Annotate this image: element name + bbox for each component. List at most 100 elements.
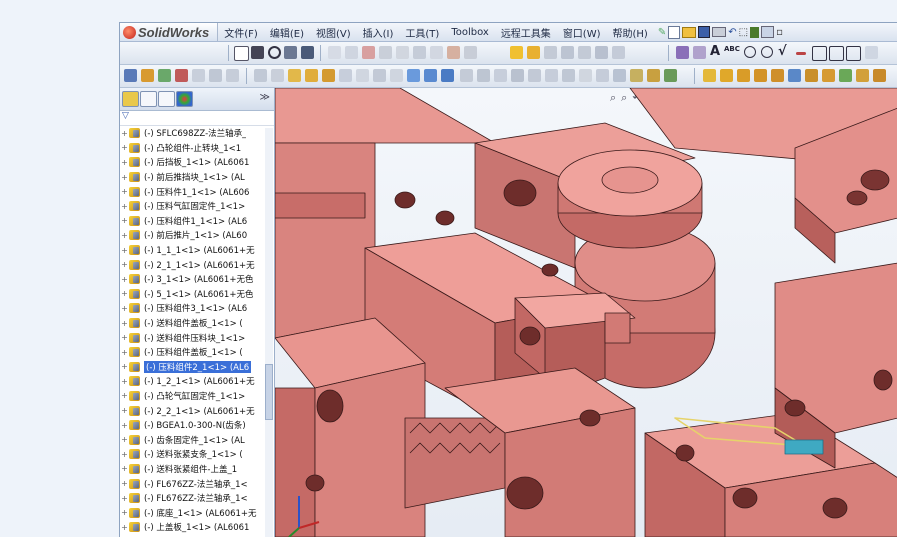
- main-block-hole-2[interactable]: [436, 211, 454, 225]
- tool-weldment-icon[interactable]: [737, 69, 750, 82]
- tool-table-icon[interactable]: [846, 46, 861, 61]
- expand-toggle-icon[interactable]: +: [120, 348, 129, 357]
- tree-item[interactable]: +(-) FL676ZZ-法兰轴承_1<: [120, 491, 274, 506]
- tree-item[interactable]: +(-) 压料组件盖板_1<1> (: [120, 345, 274, 360]
- tool-pattern-icon[interactable]: [544, 46, 557, 59]
- tool-file-explorer-icon[interactable]: [822, 69, 835, 82]
- tree-item[interactable]: +(-) 2_2_1<1> (AL6061+无: [120, 403, 274, 418]
- solidworks-logo[interactable]: SolidWorks: [120, 23, 218, 41]
- tool-text-icon[interactable]: A: [710, 44, 720, 59]
- tool-section-properties-icon[interactable]: [545, 69, 558, 82]
- tree-item[interactable]: +(-) 压料气缸固定件_1<1>: [120, 199, 274, 214]
- left-frame[interactable]: [275, 143, 375, 338]
- tool-photoview-icon[interactable]: [613, 69, 626, 82]
- tool-wrap-icon[interactable]: [424, 69, 437, 82]
- tool-check-icon[interactable]: [562, 69, 575, 82]
- expand-toggle-icon[interactable]: +: [120, 202, 129, 211]
- tool-block-icon[interactable]: [561, 46, 574, 59]
- tool-appearance-icon[interactable]: [630, 69, 643, 82]
- tool-circle-icon[interactable]: [268, 46, 281, 59]
- expand-toggle-icon[interactable]: +: [120, 187, 129, 196]
- tool-decal-icon[interactable]: [664, 69, 677, 82]
- menu-toolbox[interactable]: Toolbox: [445, 27, 495, 38]
- expand-toggle-icon[interactable]: +: [120, 494, 129, 503]
- tree-item[interactable]: +(-) 后挡板_1<1> (AL6061: [120, 155, 274, 170]
- tab-configuration-manager-icon[interactable]: [158, 91, 175, 107]
- tool-sensor-icon[interactable]: [579, 69, 592, 82]
- expand-toggle-icon[interactable]: +: [120, 289, 129, 298]
- tool-repair-icon[interactable]: [612, 46, 625, 59]
- tree-item[interactable]: +(-) 送料组件压料块_1<1>: [120, 330, 274, 345]
- menu-insert[interactable]: 插入(I): [357, 25, 400, 40]
- tool-curves-icon[interactable]: [477, 69, 490, 82]
- tool-highlight-icon[interactable]: [510, 46, 523, 59]
- expand-toggle-icon[interactable]: +: [120, 333, 129, 342]
- tool-draft-icon[interactable]: [390, 69, 403, 82]
- clamp-pin[interactable]: [605, 313, 630, 343]
- tool-move-component-icon[interactable]: [192, 69, 205, 82]
- tool-chamfer-icon[interactable]: [413, 46, 426, 59]
- tool-move-icon[interactable]: [578, 46, 591, 59]
- expand-toggle-icon[interactable]: +: [120, 129, 129, 138]
- tool-hole-callout-icon[interactable]: [796, 52, 806, 55]
- tree-item[interactable]: +(-) 压料组件1_1<1> (AL6: [120, 214, 274, 229]
- tool-smart-fastener-icon[interactable]: [226, 69, 239, 82]
- right-lower-hole-2[interactable]: [733, 488, 757, 508]
- clamp-arm-hole[interactable]: [520, 327, 540, 345]
- tool-instant3d-icon[interactable]: [494, 69, 507, 82]
- tree-item[interactable]: +(-) SFLC698ZZ-法兰轴承_: [120, 126, 274, 141]
- left-lower-hole-2[interactable]: [306, 475, 324, 491]
- top-block-hole[interactable]: [504, 180, 536, 206]
- tool-solidworks-resources-icon[interactable]: [873, 69, 886, 82]
- tab-appearance-manager-icon[interactable]: [176, 91, 193, 107]
- tab-feature-manager-icon[interactable]: [122, 91, 139, 107]
- tool-toolbox-icon[interactable]: [703, 69, 716, 82]
- tool-trim-icon[interactable]: [447, 46, 460, 59]
- tool-design-library-icon[interactable]: [805, 69, 818, 82]
- tool-mate-icon[interactable]: [158, 69, 171, 82]
- tree-item[interactable]: +(-) 凸轮组件-止转块_1<1: [120, 141, 274, 156]
- expand-toggle-icon[interactable]: +: [120, 304, 129, 313]
- expand-toggle-icon[interactable]: +: [120, 143, 129, 152]
- expand-toggle-icon[interactable]: +: [120, 158, 129, 167]
- menu-file[interactable]: 文件(F): [218, 25, 264, 40]
- right-lower-hole[interactable]: [676, 445, 694, 461]
- tree-item[interactable]: +(-) 5_1<1> (AL6061+无色: [120, 287, 274, 302]
- tool-fillet-icon[interactable]: [396, 46, 409, 59]
- expand-panel-icon[interactable]: ≫: [260, 92, 270, 103]
- tool-smart-dimension-icon[interactable]: [234, 46, 249, 61]
- tool-custom-properties-icon[interactable]: [856, 69, 869, 82]
- tool-simulation-icon[interactable]: [596, 69, 609, 82]
- tree-item[interactable]: +(-) 前后推片_1<1> (AL60: [120, 228, 274, 243]
- tool-cut-icon[interactable]: [322, 69, 335, 82]
- pin-icon[interactable]: ✎: [658, 27, 666, 38]
- tree-item[interactable]: +(-) 送料张紧支条_1<1> (: [120, 447, 274, 462]
- tree-item[interactable]: +(-) 送料张紧组件-上盖_1: [120, 462, 274, 477]
- tool-weld-symbol-icon[interactable]: √: [778, 44, 787, 59]
- tool-point-icon[interactable]: [362, 46, 375, 59]
- tool-arc-icon[interactable]: [284, 46, 297, 59]
- tool-surface-finish-icon[interactable]: [693, 46, 706, 59]
- tool-insert-component-icon[interactable]: [124, 69, 137, 82]
- tool-view-palette-icon[interactable]: [839, 69, 852, 82]
- expand-toggle-icon[interactable]: +: [120, 479, 129, 488]
- tool-revolve-icon[interactable]: [339, 69, 352, 82]
- undo-icon[interactable]: ↶: [728, 27, 736, 38]
- tool-geometric-tolerance-icon[interactable]: [761, 46, 773, 58]
- options-icon[interactable]: [761, 26, 774, 38]
- tool-reference-geometry-icon[interactable]: [460, 69, 473, 82]
- rack-body[interactable]: [405, 418, 505, 508]
- tool-note-icon[interactable]: [527, 46, 540, 59]
- tool-offset-icon[interactable]: [430, 46, 443, 59]
- tool-spline-icon[interactable]: [345, 46, 358, 59]
- tree-item[interactable]: +(-) 压料件1_1<1> (AL606: [120, 184, 274, 199]
- tool-balloon-icon[interactable]: [676, 46, 689, 59]
- menu-edit[interactable]: 编辑(E): [264, 25, 310, 40]
- left-lower-hole[interactable]: [317, 390, 343, 422]
- save-icon[interactable]: [698, 26, 710, 38]
- right-lower-hole-3[interactable]: [823, 498, 847, 518]
- expand-toggle-icon[interactable]: +: [120, 216, 129, 225]
- selected-component[interactable]: [785, 440, 823, 454]
- tree-item[interactable]: +(-) 3_1<1> (AL6061+无色: [120, 272, 274, 287]
- back-plate[interactable]: [275, 88, 495, 143]
